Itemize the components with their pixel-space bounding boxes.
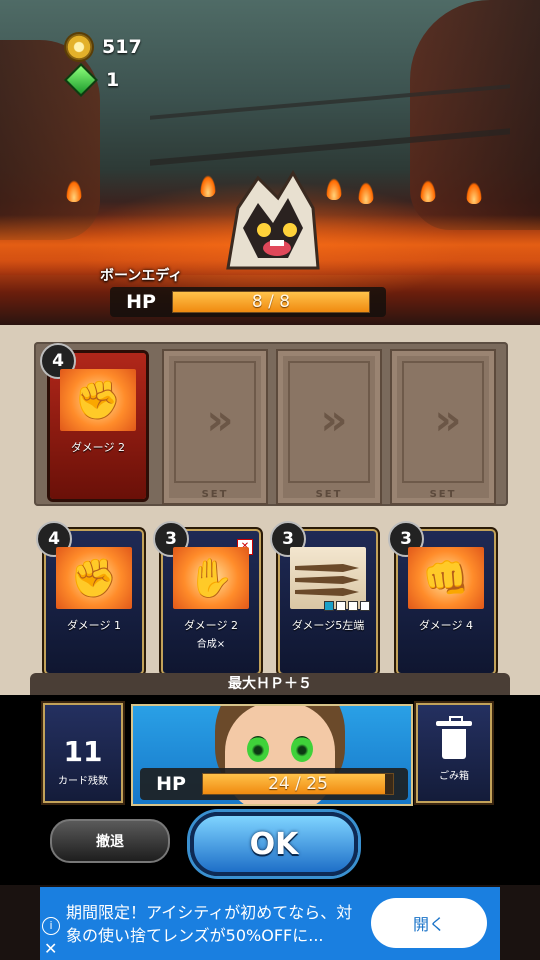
slot-card-1[interactable]: 4 ✊ ダメージ 2	[40, 343, 146, 499]
player-hp-panel: HP 24 / 25	[140, 768, 408, 800]
hand-card-4[interactable]: 3 👊 ダメージ 4	[388, 521, 494, 673]
coin-counter: 517	[66, 34, 142, 60]
gem-counter: 1	[64, 63, 120, 97]
fist-icon: ✊	[56, 547, 132, 609]
bonus-text: 最大ＨＰ＋５	[30, 673, 510, 695]
enemy-monster[interactable]	[218, 168, 328, 278]
enemy-name: ボーンエディ	[100, 268, 183, 284]
slot-set-label: SET	[429, 489, 457, 500]
deck-label: カード残数	[58, 776, 108, 787]
hand-card-1[interactable]: 4 ✊ ダメージ 1	[36, 521, 142, 673]
card-label: ダメージ5左端	[291, 619, 365, 632]
card-sub-label: 合成×	[196, 639, 226, 650]
flame-icon	[66, 180, 82, 202]
gem-icon	[64, 63, 98, 97]
trash-label: ごみ箱	[439, 771, 469, 782]
enemy-hp-bar: 8 / 8	[172, 291, 370, 313]
retreat-button[interactable]: 撤退	[50, 819, 170, 863]
fist-icon: ✊	[60, 369, 136, 431]
spears-graphic	[295, 564, 359, 596]
info-icon[interactable]: i	[42, 917, 60, 935]
charge-meter	[324, 601, 370, 611]
ok-button[interactable]: OK	[190, 812, 358, 876]
card-slot-empty[interactable]: » SET	[390, 349, 496, 505]
slot-frame: »	[174, 361, 256, 483]
deck-count: 11	[63, 735, 103, 768]
ad-banner[interactable]: i ✕ 期間限定！アイシティが初めてなら、対象の使い捨てレンズが50%OFFに.…	[40, 887, 500, 960]
player-hp-label: HP	[156, 773, 186, 795]
enemy-hp-text: 8 / 8	[251, 292, 291, 312]
player-hp-text: 24 / 25	[268, 774, 328, 794]
hand-card-2[interactable]: 3 ✕ ✋ ダメージ 2 合成×	[153, 521, 259, 673]
purple-claw-icon: ✋	[173, 547, 249, 609]
flame-icon	[466, 182, 482, 204]
spears-icon	[290, 547, 366, 609]
eye-icon	[247, 736, 269, 762]
gem-count: 1	[106, 69, 120, 91]
deck-counter[interactable]: 11 カード残数	[45, 705, 121, 801]
coin-icon	[66, 34, 92, 60]
card-label: ダメージ 4	[419, 619, 473, 632]
hand-card-3[interactable]: 3 ダメージ5左端	[270, 521, 376, 673]
card-slot-empty[interactable]: » SET	[276, 349, 382, 505]
slot-set-label: SET	[315, 489, 343, 500]
slot-frame: »	[402, 361, 484, 483]
gauntlet-fist-icon: 👊	[408, 547, 484, 609]
flame-icon	[420, 180, 436, 202]
enemy-hp-panel: HP 8 / 8	[110, 287, 386, 317]
player-hp-bar: 24 / 25	[202, 773, 394, 795]
card-label: ダメージ 1	[67, 619, 121, 632]
coin-count: 517	[102, 36, 142, 58]
slot-frame: »	[288, 361, 370, 483]
card-label: ダメージ 2	[184, 619, 238, 632]
enemy-hp-label: HP	[126, 291, 156, 313]
flame-icon	[200, 175, 216, 197]
card-label: ダメージ 2	[71, 441, 125, 454]
ad-text: 期間限定！アイシティが初めてなら、対象の使い捨てレンズが50%OFFに...	[66, 903, 353, 945]
slot-set-label: SET	[201, 489, 229, 500]
chevron-right-icon: »	[434, 395, 461, 445]
flame-icon	[326, 178, 342, 200]
chevron-right-icon: »	[206, 395, 233, 445]
ad-open-button[interactable]: 開く	[371, 898, 487, 948]
trash-button[interactable]: ごみ箱	[418, 705, 490, 801]
flame-icon	[358, 182, 374, 204]
trash-icon	[436, 716, 472, 761]
close-icon[interactable]: ✕	[44, 939, 57, 958]
card-slot-empty[interactable]: » SET	[162, 349, 268, 505]
chevron-right-icon: »	[320, 395, 347, 445]
eye-icon	[291, 736, 313, 762]
